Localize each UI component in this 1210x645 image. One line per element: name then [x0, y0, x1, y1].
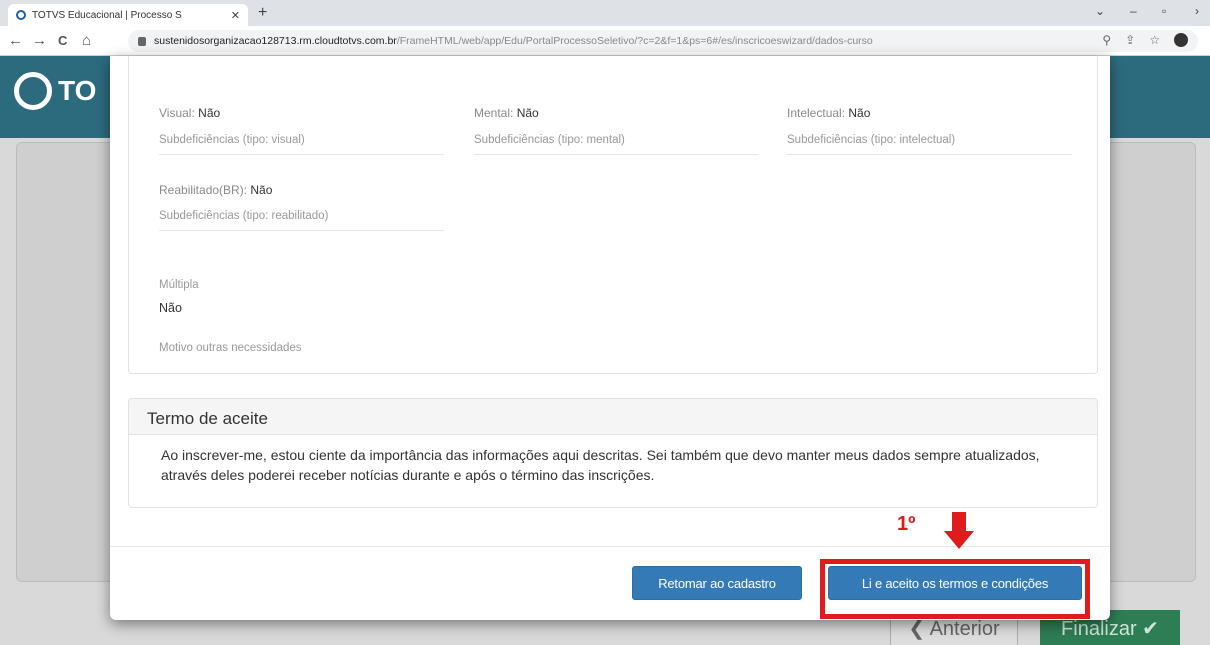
totvs-logo-icon [14, 72, 52, 110]
termo-title: Termo de aceite [129, 399, 1097, 435]
step-label: 1º [897, 513, 916, 535]
back-icon[interactable]: ← [8, 32, 23, 49]
visual-sub-field: Subdeficiências (tipo: visual) [159, 134, 444, 155]
totvs-logo: TO [14, 72, 96, 110]
tab-title: TOTVS Educacional | Processo S [32, 9, 182, 21]
browser-tab[interactable]: TOTVS Educacional | Processo S ✕ [8, 4, 248, 26]
highlight-box [820, 559, 1090, 619]
profile-avatar[interactable] [1174, 33, 1188, 47]
home-icon[interactable]: ⌂ [82, 32, 91, 49]
url-field[interactable]: sustenidosorganizacao128713.rm.cloudtotv… [128, 30, 1198, 52]
visual-label: Visual: [159, 106, 195, 120]
browser-tab-bar: TOTVS Educacional | Processo S ✕ + ⌄ – ▫… [0, 0, 1210, 26]
down-arrow-head-icon [944, 531, 974, 549]
tab-search-icon[interactable]: ⌄ [1095, 4, 1105, 18]
totvs-favicon-icon [16, 10, 26, 20]
maximize-icon[interactable]: ▫ [1162, 4, 1166, 18]
forward-icon[interactable]: → [32, 32, 47, 49]
mental-sub-field: Subdeficiências (tipo: mental) [474, 134, 759, 155]
reabilitado-label: Reabilitado(BR): [159, 183, 248, 197]
close-tab-icon[interactable]: ✕ [231, 9, 240, 22]
reabilitado-field: Reabilitado(BR): Não [159, 183, 272, 197]
motivo-label: Motivo outras necessidades [159, 342, 302, 354]
mental-label: Mental: [474, 106, 514, 120]
minimize-icon[interactable]: – [1130, 4, 1137, 18]
termo-panel: Termo de aceite Ao inscrever-me, estou c… [128, 398, 1098, 508]
reabilitado-sub-field: Subdeficiências (tipo: reabilitado) [159, 210, 444, 231]
lock-icon [138, 36, 146, 46]
reload-icon[interactable]: C [58, 33, 67, 48]
intelectual-label: Intelectual: [787, 106, 846, 120]
intelectual-value: Não [848, 106, 871, 120]
down-arrow-icon [952, 512, 966, 532]
zoom-icon[interactable]: ⚲ [1102, 33, 1111, 47]
intelectual-field: Intelectual: Não [787, 106, 870, 120]
visual-field: Visual: Não [159, 106, 220, 120]
new-tab-button[interactable]: + [258, 4, 267, 22]
url-host: sustenidosorganizacao128713.rm.cloudtotv… [154, 35, 397, 47]
close-window-icon[interactable]: › [1195, 4, 1199, 18]
address-bar: ← → C ⌂ sustenidosorganizacao128713.rm.c… [0, 26, 1210, 56]
share-icon[interactable]: ⇪ [1125, 33, 1135, 47]
termo-text: Ao inscrever-me, estou ciente da importâ… [161, 447, 1040, 483]
deficiency-info-panel: Visual: Não Subdeficiências (tipo: visua… [128, 56, 1098, 374]
retornar-cadastro-button[interactable]: Retomar ao cadastro [632, 566, 802, 600]
visual-value: Não [198, 106, 221, 120]
mental-field: Mental: Não [474, 106, 539, 120]
url-path: /FrameHTML/web/app/Edu/PortalProcessoSel… [396, 35, 873, 47]
mental-value: Não [516, 106, 539, 120]
reabilitado-value: Não [250, 183, 273, 197]
multipla-value: Não [159, 301, 182, 315]
omnibox-actions: ⚲ ⇪ ☆ [1102, 33, 1188, 47]
bookmark-star-icon[interactable]: ☆ [1149, 33, 1160, 47]
intelectual-sub-field: Subdeficiências (tipo: intelectual) [787, 134, 1072, 155]
logo-text: TO [58, 75, 97, 106]
multipla-label: Múltipla [159, 279, 199, 291]
